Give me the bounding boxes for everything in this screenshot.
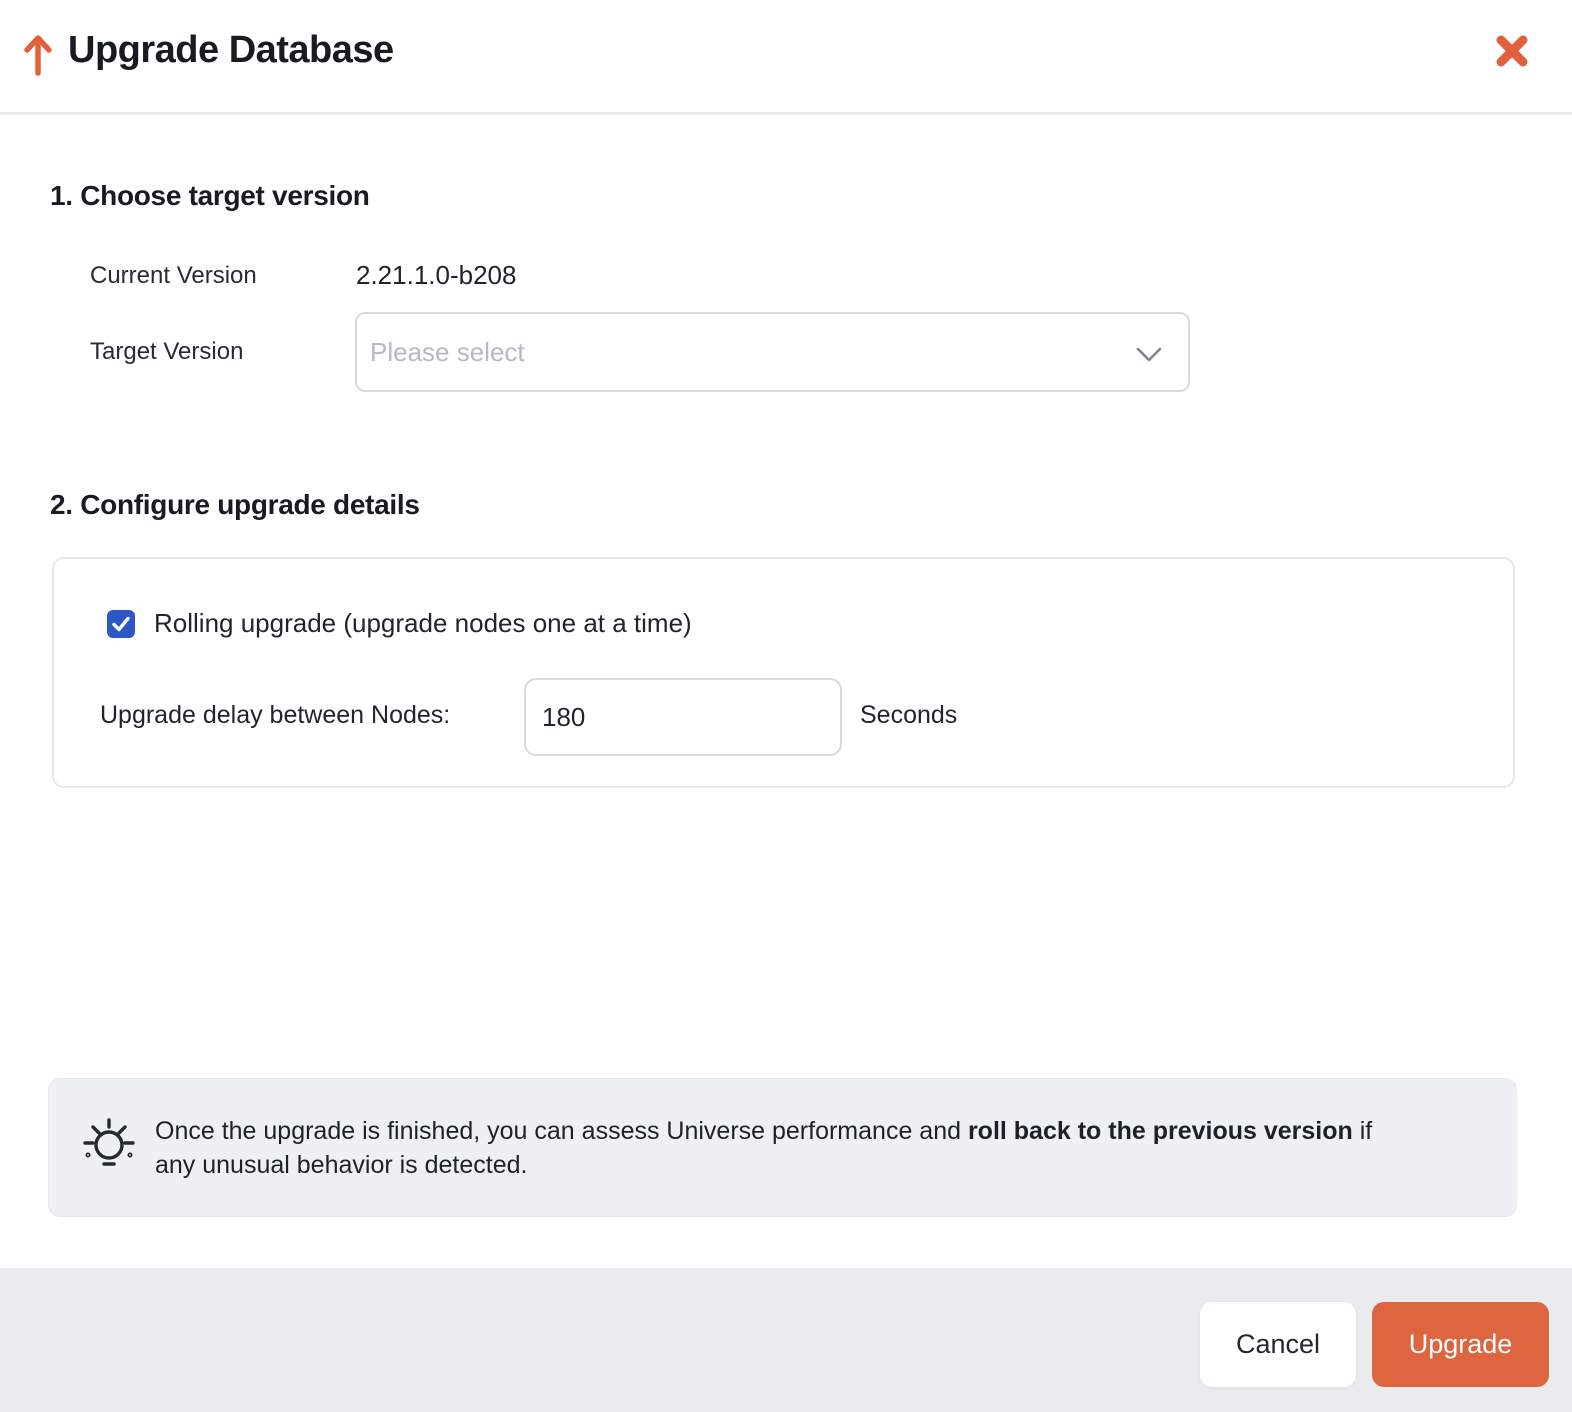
upgrade-arrow-icon bbox=[24, 33, 52, 82]
section1-heading: 1. Choose target version bbox=[50, 180, 370, 212]
modal-header: Upgrade Database bbox=[0, 0, 1572, 115]
upgrade-delay-input[interactable] bbox=[524, 678, 842, 756]
upgrade-delay-label: Upgrade delay between Nodes: bbox=[100, 701, 450, 730]
upgrade-delay-unit: Seconds bbox=[860, 701, 957, 730]
close-icon bbox=[1492, 31, 1532, 74]
upgrade-database-modal: Upgrade Database 1. Choose target versio… bbox=[0, 0, 1572, 1412]
info-text-before: Once the upgrade is finished, you can as… bbox=[155, 1117, 968, 1145]
checkmark-icon bbox=[109, 612, 133, 636]
info-note-text: Once the upgrade is finished, you can as… bbox=[155, 1114, 1372, 1182]
info-note: Once the upgrade is finished, you can as… bbox=[48, 1078, 1517, 1217]
target-version-placeholder: Please select bbox=[370, 337, 525, 368]
modal-footer: Cancel Upgrade bbox=[0, 1268, 1572, 1412]
rolling-upgrade-checkbox[interactable] bbox=[107, 610, 135, 638]
target-version-label: Target Version bbox=[90, 338, 243, 366]
current-version-value: 2.21.1.0-b208 bbox=[356, 260, 516, 291]
chevron-down-icon bbox=[1136, 347, 1162, 368]
current-version-label: Current Version bbox=[90, 262, 257, 290]
info-text-bold: roll back to the previous version bbox=[968, 1117, 1353, 1145]
info-text-line2: any unusual behavior is detected. bbox=[155, 1151, 527, 1179]
info-text-after: if bbox=[1353, 1117, 1372, 1145]
rolling-upgrade-label[interactable]: Rolling upgrade (upgrade nodes one at a … bbox=[154, 608, 692, 639]
modal-title: Upgrade Database bbox=[68, 29, 394, 72]
section2-heading: 2. Configure upgrade details bbox=[50, 489, 420, 521]
upgrade-details-card: Rolling upgrade (upgrade nodes one at a … bbox=[52, 557, 1515, 788]
lightbulb-icon bbox=[79, 1112, 139, 1183]
close-button[interactable] bbox=[1488, 28, 1536, 76]
target-version-select[interactable]: Please select bbox=[355, 312, 1190, 392]
cancel-button[interactable]: Cancel bbox=[1200, 1302, 1356, 1387]
upgrade-button[interactable]: Upgrade bbox=[1372, 1302, 1549, 1387]
